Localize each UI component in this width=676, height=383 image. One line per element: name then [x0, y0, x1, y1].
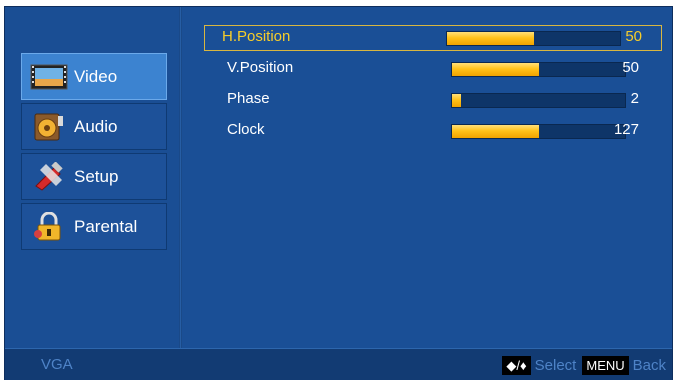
arrow-keys-icon: ◆/♦ [502, 355, 531, 375]
setting-value: 50 [622, 59, 639, 76]
setting-row-h-position[interactable]: H.Position 50 [204, 25, 662, 51]
nav-item-parental[interactable]: Parental [21, 203, 167, 250]
osd-menu: Video Audio Setup Parental H.Position 50… [4, 6, 673, 380]
setting-value: 127 [613, 121, 639, 138]
setting-row-clock[interactable]: Clock 127 [209, 118, 659, 142]
settings-panel: H.Position 50 V.Position 50 Phase 2 Cloc… [182, 7, 672, 348]
category-panel: Video Audio Setup Parental [5, 7, 179, 348]
input-source-label: VGA [41, 356, 73, 373]
setting-label: V.Position [227, 59, 294, 76]
slider-fill [452, 94, 461, 107]
slider-fill [452, 63, 539, 76]
nav-label-video: Video [74, 66, 118, 86]
setting-value: 50 [625, 28, 642, 45]
slider-fill [452, 125, 539, 138]
setting-label: Phase [227, 90, 270, 107]
setting-label: Clock [227, 121, 265, 138]
audio-icon [28, 110, 70, 144]
slider-fill [447, 32, 534, 45]
nav-item-audio[interactable]: Audio [21, 103, 167, 150]
status-bar: VGA ◆/♦ Select MENU Back [5, 348, 672, 380]
key-hints: ◆/♦ Select MENU Back [502, 355, 666, 375]
nav-item-setup[interactable]: Setup [21, 153, 167, 200]
setting-row-phase[interactable]: Phase 2 [209, 87, 659, 111]
setup-icon [28, 160, 70, 194]
nav-label-audio: Audio [74, 116, 118, 136]
menu-key-badge: MENU [582, 355, 629, 375]
lock-icon [28, 210, 70, 244]
setting-value: 2 [630, 90, 639, 107]
h-position-slider[interactable] [446, 31, 621, 46]
setting-label: H.Position [222, 28, 291, 45]
back-hint: Back [632, 356, 666, 374]
select-hint: Select [534, 356, 577, 374]
video-icon [28, 60, 70, 94]
nav-label-setup: Setup [74, 166, 119, 186]
setting-row-v-position[interactable]: V.Position 50 [209, 56, 659, 80]
nav-label-parental: Parental [74, 216, 138, 236]
nav-item-video[interactable]: Video [21, 53, 167, 100]
